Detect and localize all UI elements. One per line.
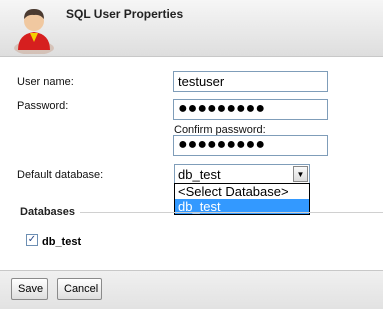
password-label: Password:	[17, 100, 69, 112]
databases-section-title: Databases	[20, 206, 76, 218]
username-label: User name:	[17, 76, 74, 88]
dialog-header: SQL User Properties	[0, 0, 383, 57]
db-test-checkbox-label: db_test	[42, 236, 82, 248]
password-input[interactable]: ●●●●●●●●●	[173, 99, 328, 120]
db-test-checkbox[interactable]: ✓	[26, 234, 38, 246]
cancel-button[interactable]: Cancel	[57, 278, 102, 300]
section-divider	[80, 212, 383, 213]
chevron-down-icon[interactable]: ▼	[293, 166, 308, 182]
default-database-label: Default database:	[17, 169, 104, 181]
dropdown-option-select-database[interactable]: <Select Database>	[175, 184, 309, 199]
confirm-password-input[interactable]: ●●●●●●●●●	[173, 135, 328, 156]
checkmark-icon: ✓	[27, 234, 37, 245]
dialog-title: SQL User Properties	[66, 7, 184, 21]
default-database-dropdown[interactable]: <Select Database> db_test	[174, 183, 310, 215]
default-database-select[interactable]: db_test ▼	[174, 164, 310, 184]
default-database-value: db_test	[178, 167, 221, 182]
user-avatar-icon	[14, 9, 54, 54]
save-button[interactable]: Save	[11, 278, 48, 300]
username-input[interactable]	[173, 71, 328, 92]
